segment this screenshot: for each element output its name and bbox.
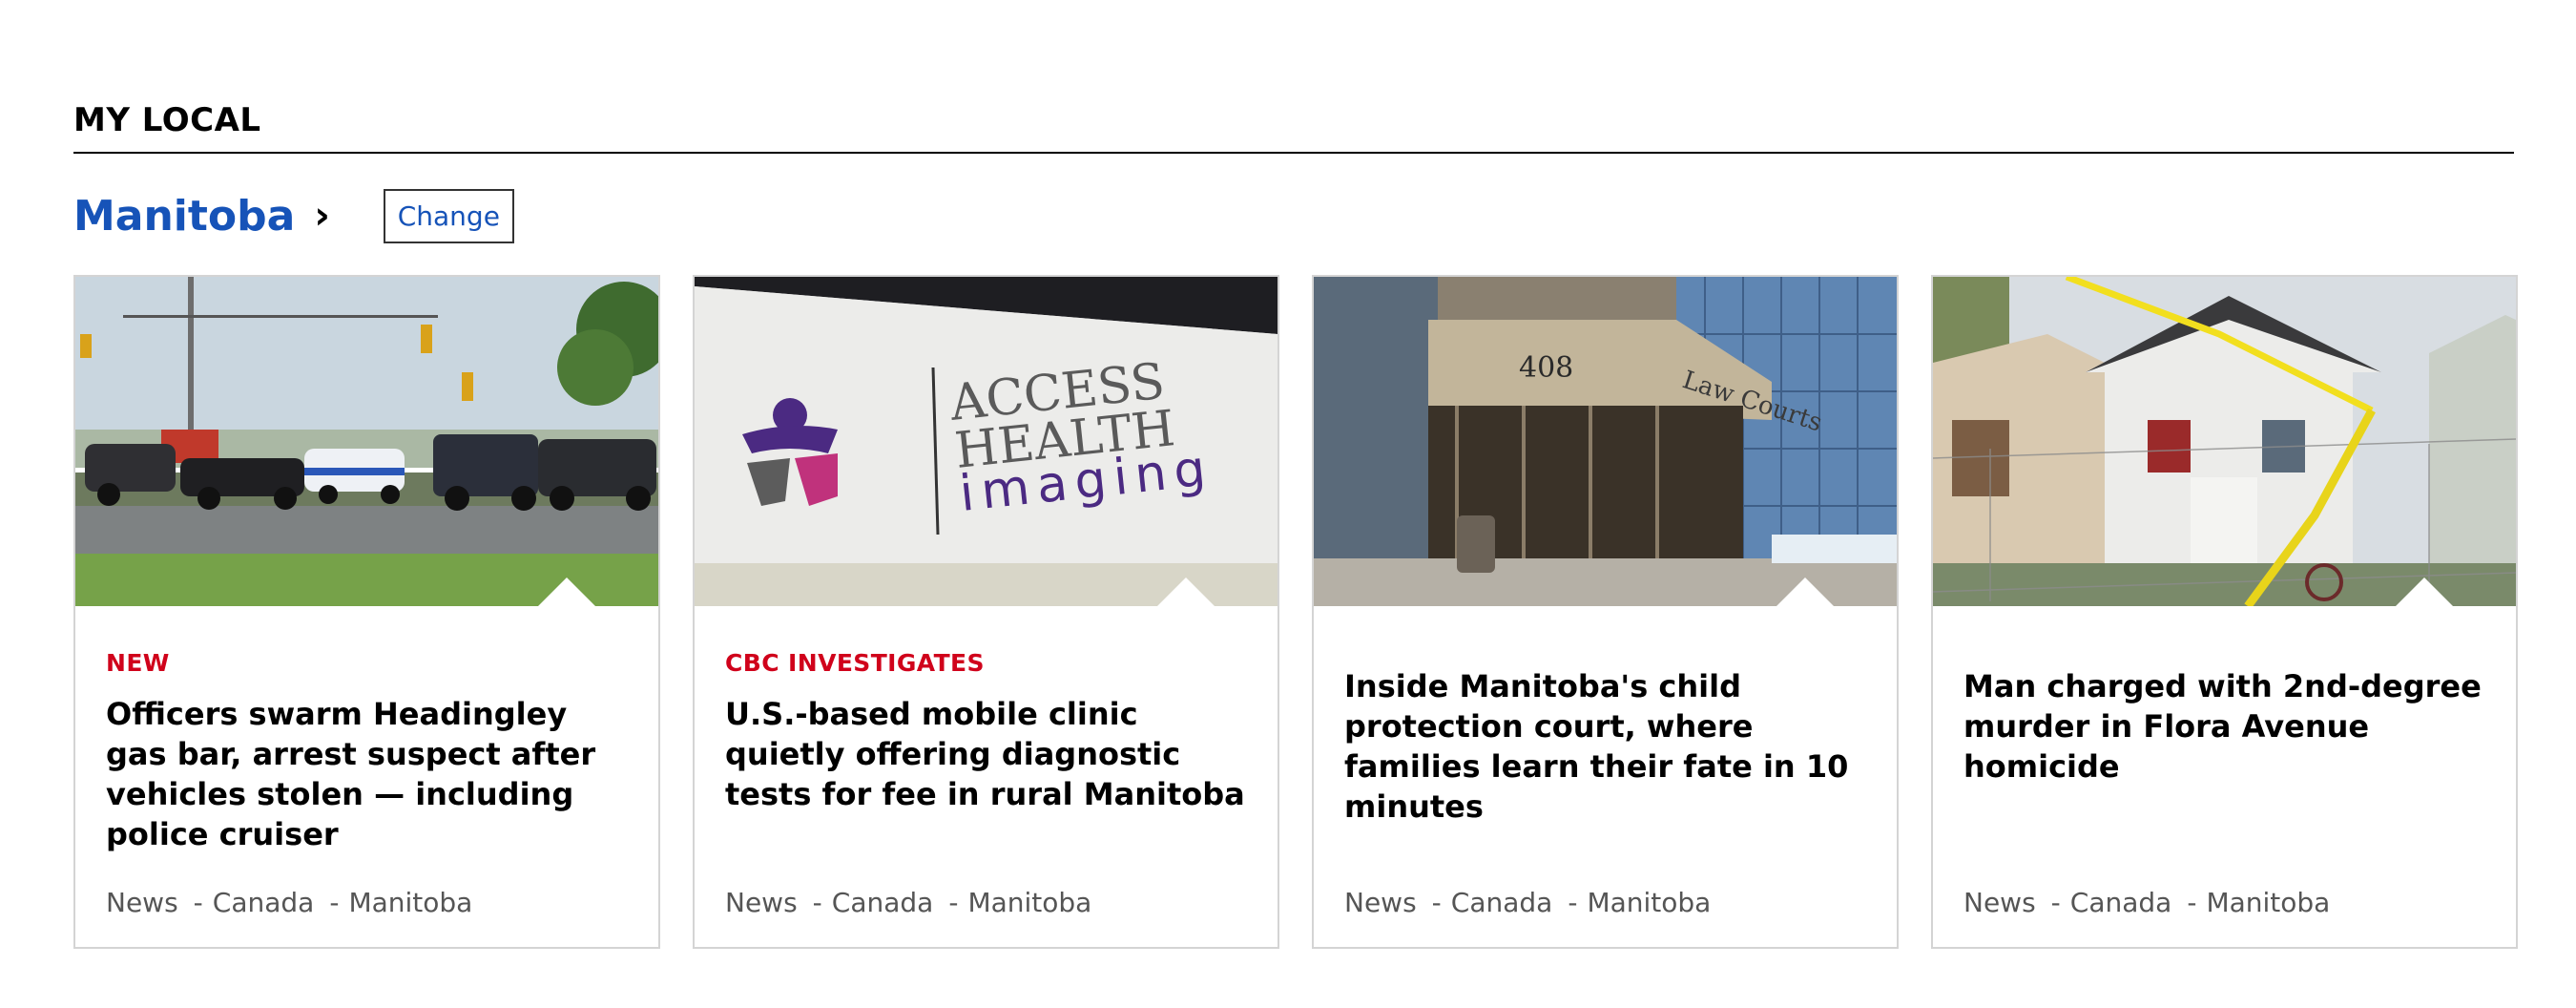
tag[interactable]: News bbox=[1963, 887, 2036, 918]
image-notch bbox=[2396, 578, 2453, 606]
law-courts-building-photo: 408 Law Courts bbox=[1314, 277, 1897, 606]
tag[interactable]: Manitoba bbox=[2206, 887, 2330, 918]
story-card[interactable]: 408 Law Courts Inside Manitoba's child p… bbox=[1312, 275, 1899, 949]
card-body: NEW Officers swarm Headingley gas bar, a… bbox=[106, 606, 632, 947]
section-title: MY LOCAL bbox=[73, 101, 261, 139]
story-card[interactable]: ACCESS HEALTH imaging CBC INVESTIGATES U… bbox=[693, 275, 1279, 949]
tag[interactable]: Manitoba bbox=[1587, 887, 1711, 918]
card-tags: News - Canada - Manitoba bbox=[725, 887, 1091, 918]
card-tags: News - Canada - Manitoba bbox=[1963, 887, 2330, 918]
card-headline[interactable]: Inside Manitoba's child protection court… bbox=[1344, 666, 1870, 827]
tag-separator: - bbox=[948, 887, 959, 918]
access-health-imaging-logo-photo: ACCESS HEALTH imaging bbox=[695, 277, 1278, 606]
tag-separator: - bbox=[2050, 887, 2061, 918]
tag[interactable]: News bbox=[1344, 887, 1417, 918]
story-card[interactable]: NEW Officers swarm Headingley gas bar, a… bbox=[73, 275, 660, 949]
tag[interactable]: Manitoba bbox=[967, 887, 1091, 918]
card-headline[interactable]: Officers swarm Headingley gas bar, arres… bbox=[106, 694, 632, 854]
card-body: Man charged with 2nd-degree murder in Fl… bbox=[1963, 606, 2489, 947]
my-local-section: MY LOCAL Manitoba › Change NEW Officers … bbox=[73, 0, 2518, 1008]
building-number: 408 bbox=[1519, 351, 1573, 385]
card-label: CBC INVESTIGATES bbox=[725, 649, 985, 677]
tag-separator: - bbox=[1431, 887, 1442, 918]
card-label: NEW bbox=[106, 649, 170, 677]
tag-separator: - bbox=[812, 887, 822, 918]
tag[interactable]: Manitoba bbox=[348, 887, 472, 918]
police-vehicles-roadside-photo bbox=[75, 277, 658, 606]
card-headline[interactable]: U.S.-based mobile clinic quietly offerin… bbox=[725, 694, 1251, 814]
tag-separator: - bbox=[193, 887, 203, 918]
region-link[interactable]: Manitoba › bbox=[73, 192, 330, 241]
card-body: CBC INVESTIGATES U.S.-based mobile clini… bbox=[725, 606, 1251, 947]
tag[interactable]: Canada bbox=[1451, 887, 1553, 918]
tag[interactable]: Canada bbox=[832, 887, 934, 918]
tag-separator: - bbox=[1568, 887, 1578, 918]
tag[interactable]: News bbox=[725, 887, 798, 918]
tag[interactable]: Canada bbox=[2070, 887, 2172, 918]
card-body: Inside Manitoba's child protection court… bbox=[1344, 606, 1870, 947]
story-card[interactable]: Man charged with 2nd-degree murder in Fl… bbox=[1931, 275, 2518, 949]
image-notch bbox=[1776, 578, 1834, 606]
region-row: Manitoba › Change bbox=[73, 187, 514, 244]
house-crime-scene-tape-photo bbox=[1933, 277, 2516, 606]
region-name: Manitoba bbox=[73, 191, 296, 241]
tag[interactable]: Canada bbox=[213, 887, 315, 918]
card-headline[interactable]: Man charged with 2nd-degree murder in Fl… bbox=[1963, 666, 2489, 787]
tag-separator: - bbox=[329, 887, 340, 918]
card-tags: News - Canada - Manitoba bbox=[1344, 887, 1711, 918]
tag-separator: - bbox=[2187, 887, 2197, 918]
change-region-button[interactable]: Change bbox=[383, 188, 514, 243]
title-divider bbox=[73, 152, 2514, 154]
image-notch bbox=[1157, 578, 1215, 606]
story-cards: NEW Officers swarm Headingley gas bar, a… bbox=[73, 275, 2518, 949]
chevron-right-icon: › bbox=[314, 194, 330, 238]
image-notch bbox=[538, 578, 595, 606]
card-tags: News - Canada - Manitoba bbox=[106, 887, 472, 918]
tag[interactable]: News bbox=[106, 887, 178, 918]
